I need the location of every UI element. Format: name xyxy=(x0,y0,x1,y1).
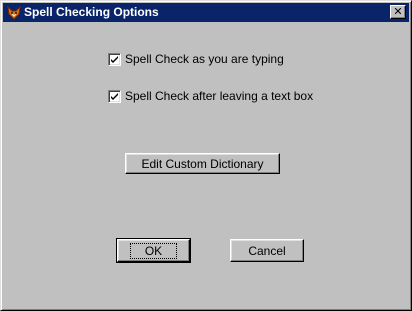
spell-checking-options-dialog: Spell Checking Options ✕ Spell Check as … xyxy=(0,0,412,311)
option-spell-check-leaving[interactable]: Spell Check after leaving a text box xyxy=(108,88,313,104)
edit-custom-dictionary-button[interactable]: Edit Custom Dictionary xyxy=(125,153,280,174)
spell-check-typing-label: Spell Check as you are typing xyxy=(125,52,284,66)
edit-custom-dictionary-label: Edit Custom Dictionary xyxy=(141,156,264,171)
spell-check-leaving-checkbox[interactable] xyxy=(108,89,121,103)
ok-label: OK xyxy=(129,242,178,259)
close-button[interactable]: ✕ xyxy=(390,5,406,19)
close-icon: ✕ xyxy=(393,5,403,18)
option-spell-check-typing[interactable]: Spell Check as you are typing xyxy=(108,51,284,67)
checkmark-icon xyxy=(111,55,118,63)
checkmark-icon xyxy=(111,92,118,100)
fox-icon xyxy=(7,5,21,20)
cancel-label: Cancel xyxy=(248,243,286,258)
spell-check-leaving-label: Spell Check after leaving a text box xyxy=(125,89,314,103)
title-bar[interactable]: Spell Checking Options ✕ xyxy=(3,3,409,22)
cancel-button[interactable]: Cancel xyxy=(230,239,304,262)
ok-button[interactable]: OK xyxy=(116,238,191,263)
spell-check-typing-checkbox[interactable] xyxy=(108,52,121,66)
window-title: Spell Checking Options xyxy=(24,5,159,19)
